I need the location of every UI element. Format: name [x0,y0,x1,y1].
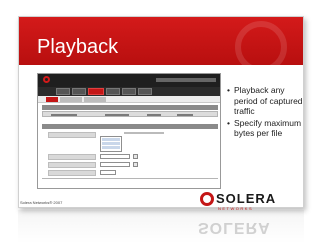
form-note [124,132,164,134]
filter-header-row [42,111,218,117]
filter-cell [177,114,193,116]
app-header-bar [38,74,220,87]
max-bytes-field [100,170,116,175]
app-nav-tab-active [88,88,104,95]
copyright-text: Solera Networks® 2007 [20,200,63,205]
slide-reflection: SOLERA [18,210,304,244]
form-label [48,154,96,160]
app-nav-tab [56,88,70,95]
reflection-wordmark: SOLERA [198,219,271,236]
ring-icon [200,192,214,206]
bullet-item: Playback any period of captured traffic [227,85,303,117]
app-logo [43,76,51,84]
app-nav-tab [72,88,86,95]
slide: Playback • Playback any period of captur… [18,16,304,208]
calendar-icon [133,162,138,167]
ring-icon [43,76,50,83]
start-time-field [100,154,130,159]
form-label [48,170,96,176]
form-label [48,162,96,168]
calendar-icon [133,154,138,159]
listbox-option [102,146,120,149]
form-label [48,132,96,138]
filter-cell [147,114,161,116]
interface-listbox [100,136,122,152]
playback-section-bar [42,124,218,129]
filter-section-bar [42,105,218,110]
app-header-info [156,78,216,82]
listbox-option [102,142,120,145]
bullet-list: Playback any period of captured traffic … [227,85,303,140]
filter-cell [105,114,129,116]
listbox-option [102,138,120,141]
end-time-field [100,162,130,167]
title-band: Playback [19,17,303,73]
app-subnav-tab [60,97,82,102]
app-subnav-tab [84,97,106,102]
app-nav-tab [106,88,120,95]
app-nav [38,87,220,96]
app-nav-tab [138,88,152,95]
embedded-screenshot [37,73,221,189]
divider [42,178,218,179]
slide-title: Playback [37,36,119,58]
filter-cell [51,114,77,116]
app-nav-tab [122,88,136,95]
app-subnav-tab-active [46,97,58,102]
logo-wordmark: SOLERA [216,191,277,206]
bullet-item: Specify maximum bytes per file [227,118,303,139]
app-subnav [38,96,220,103]
slide-body: Playback any period of captured traffic … [19,65,303,207]
